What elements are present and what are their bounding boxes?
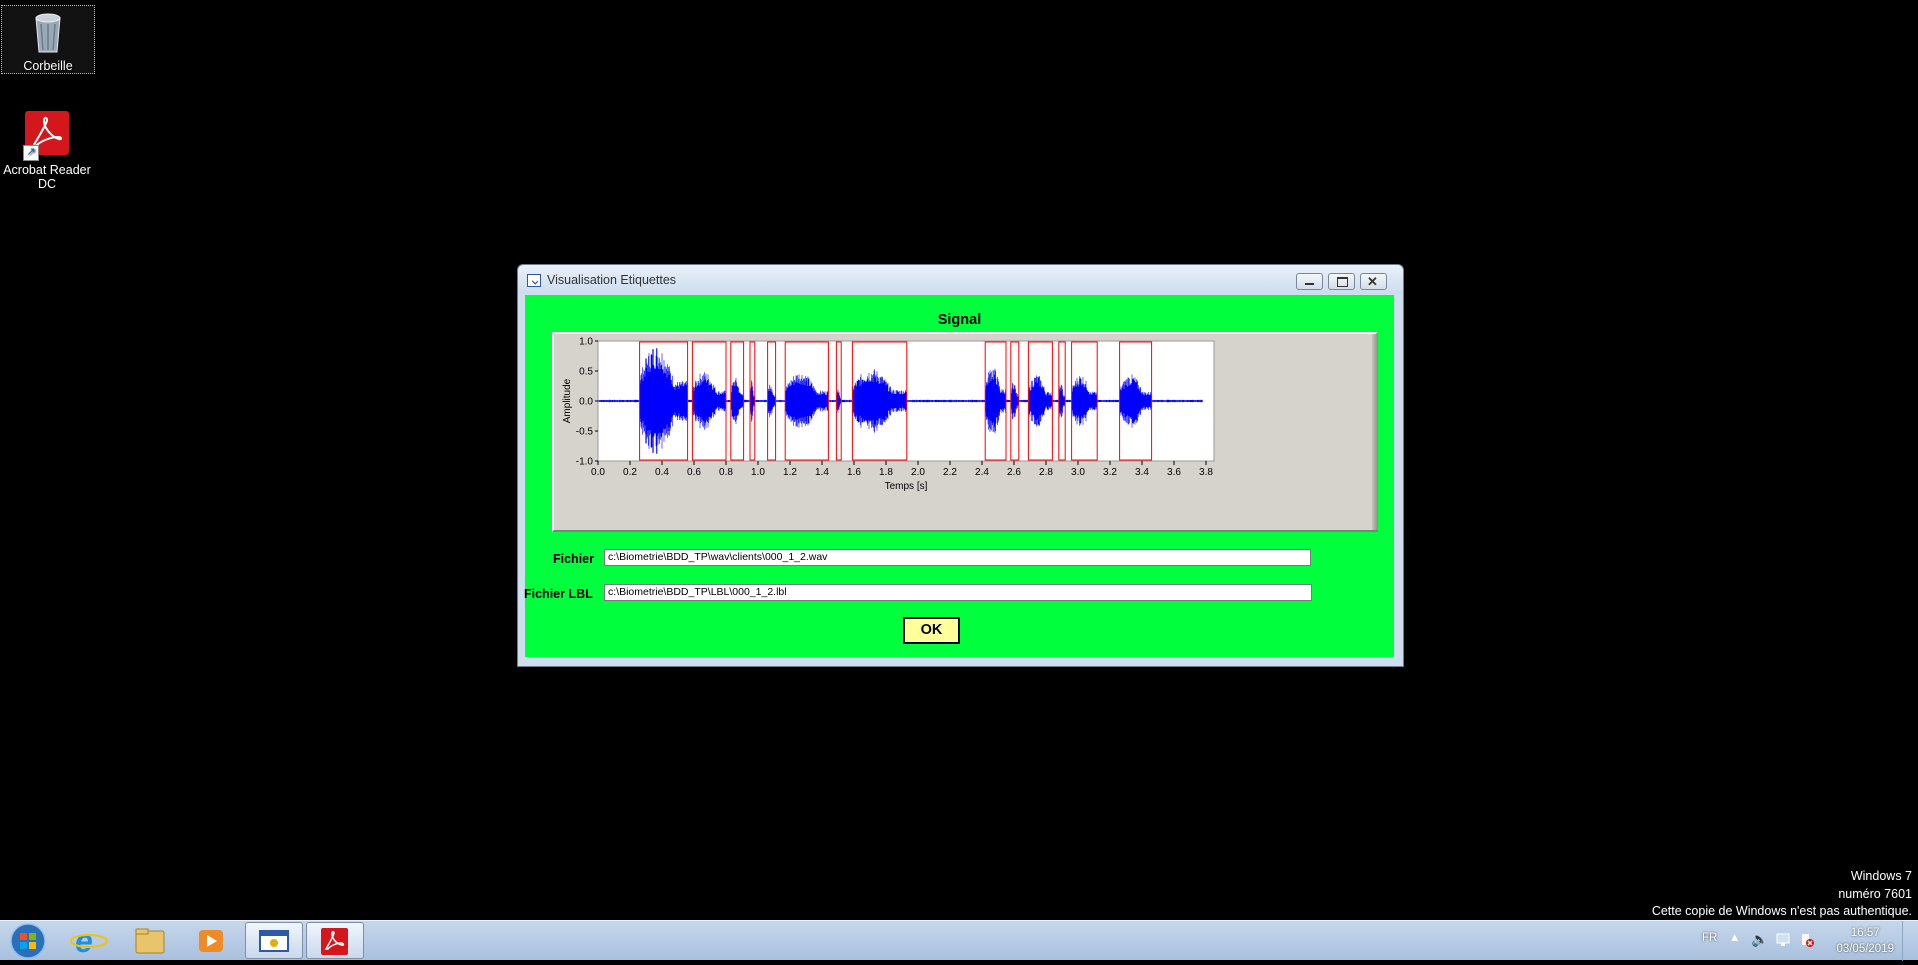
x-tick-label: 2.2 [943, 467, 957, 478]
system-clock[interactable]: 16:57 03/05/2019 [1836, 925, 1894, 957]
x-tick-label: 2.6 [1007, 467, 1021, 478]
volume-icon[interactable]: 🔈 [1751, 931, 1768, 948]
x-tick-label: 0.4 [655, 467, 669, 478]
y-tick-label: 0.0 [579, 397, 593, 408]
recycle-bin-icon [2, 10, 94, 57]
x-tick-label: 1.0 [751, 467, 765, 478]
desktop-icon-recycle-bin[interactable]: Corbeille [1, 5, 95, 74]
y-axis-label: Amplitude [562, 378, 573, 423]
x-axis-label: Temps [s] [885, 481, 928, 492]
visualisation-window: Visualisation Etiquettes ✕ Signal 1.0 0.5… [517, 264, 1404, 667]
y-tick-label: -0.5 [576, 427, 594, 438]
x-tick-label: 3.8 [1199, 467, 1213, 478]
close-button[interactable]: ✕ [1360, 273, 1387, 290]
desktop-icon-label: Acrobat Reader DC [3, 163, 91, 191]
y-tick-label: 0.5 [579, 367, 593, 378]
x-tick-label: 0.6 [687, 467, 701, 478]
watermark-line: Windows 7 [1850, 869, 1912, 883]
svg-text:e: e [75, 923, 93, 959]
windows-watermark: Windows 7 numéro 7601 Cette copie de Win… [1652, 868, 1912, 921]
app-icon[interactable] [527, 274, 541, 287]
graph-title: Signal [937, 312, 982, 328]
watermark-line: Cette copie de Windows n'est pas authent… [1651, 904, 1912, 918]
x-tick-label: 3.6 [1167, 467, 1181, 478]
watermark-line: numéro 7601 [1838, 886, 1912, 901]
window-client-area: Signal 1.0 0.5 0.0 -0.5 -1.0 0.0 0.2 0.4 0.6 0.8 1… [524, 295, 1394, 657]
minimize-button[interactable] [1296, 273, 1323, 290]
x-tick-label: 0.2 [623, 467, 637, 478]
x-tick-label: 0.8 [719, 467, 733, 478]
desktop-icon-label: Corbeille [23, 59, 73, 73]
window-titlebar[interactable]: Visualisation Etiquettes ✕ [518, 265, 1403, 294]
desktop-icon-acrobat[interactable]: ↗ Acrobat Reader DC [1, 107, 93, 191]
shortcut-arrow-icon: ↗ [23, 145, 39, 161]
y-tick-label: -1.0 [576, 457, 594, 468]
clock-time: 16:57 [1850, 927, 1880, 939]
x-tick-label: 3.2 [1103, 467, 1117, 478]
show-desktop-button[interactable] [1902, 921, 1918, 961]
start-button[interactable] [2, 922, 52, 959]
x-tick-label: 0.0 [591, 467, 605, 478]
labview-app-icon[interactable] [245, 922, 303, 959]
window-title: Visualisation Etiquettes [547, 273, 677, 287]
maximize-button[interactable] [1328, 273, 1355, 290]
fichier-lbl-field[interactable]: c:\Biometrie\BDD_TP\LBL\000_1_2.lbl [604, 584, 1312, 601]
explorer-folder-icon[interactable] [121, 922, 179, 959]
x-tick-label: 2.0 [911, 467, 925, 478]
x-tick-label: 2.4 [975, 467, 989, 478]
x-tick-label: 2.8 [1039, 467, 1053, 478]
language-indicator[interactable]: FR [1702, 932, 1717, 944]
ok-button[interactable]: OK [903, 617, 960, 644]
signal-chart-svg: 1.00.50.0-0.5-1.00.0 0.2 0.4 0.6 0.8 1.0 1.2 1.… [562, 337, 1215, 492]
show-hidden-icons-icon[interactable]: ▲ [1729, 932, 1740, 944]
x-tick-label: 3.4 [1135, 467, 1149, 478]
media-player-icon[interactable] [182, 922, 240, 959]
x-tick-label: 1.4 [815, 467, 829, 478]
acrobat-icon[interactable] [306, 922, 364, 959]
x-tick-label: 1.2 [783, 467, 797, 478]
signal-graph[interactable]: 1.0 0.5 0.0 -0.5 -1.0 0.0 0.2 0.4 0.6 0.8 1.0 1.2 1.… [552, 332, 1378, 532]
fichier-lbl-label: Fichier LBL [524, 587, 593, 601]
x-tick-label: 3.0 [1071, 467, 1085, 478]
fichier-label: Fichier [553, 552, 594, 566]
clock-date: 03/05/2019 [1836, 943, 1894, 955]
x-tick-label: 1.6 [847, 467, 861, 478]
action-center-icon[interactable] [1799, 933, 1815, 951]
x-tick-label: 1.8 [879, 467, 893, 478]
taskbar: e FR ▲ 🔈 16:57 03/05/2019 [0, 920, 1918, 961]
network-icon[interactable] [1776, 933, 1792, 950]
acrobat-reader-icon: ↗ [23, 111, 69, 161]
internet-explorer-icon[interactable]: e [60, 922, 118, 959]
y-tick-label: 1.0 [579, 337, 593, 348]
fichier-field[interactable]: c:\Biometrie\BDD_TP\wav\clients\000_1_2.… [604, 549, 1311, 566]
